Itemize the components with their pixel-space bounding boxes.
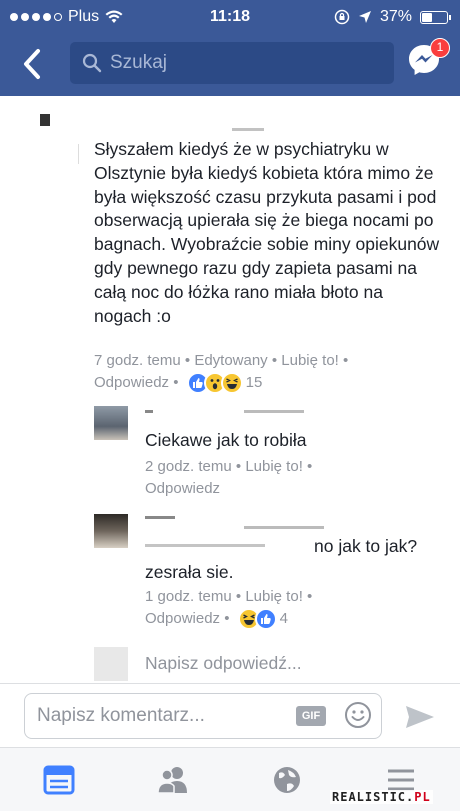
comment-input[interactable]: Napisz komentarz... [24, 693, 382, 739]
avatar[interactable] [94, 514, 128, 548]
edited-label[interactable]: Edytowany [194, 352, 267, 369]
reactions-summary[interactable]: 15 [183, 372, 263, 395]
reply-meta: 1 godz. temu • Lubię to! • Odpowiedz • 4 [145, 586, 445, 631]
avatar[interactable] [40, 114, 50, 126]
globe-icon[interactable] [270, 764, 304, 796]
comment-input-placeholder: Napisz komentarz... [37, 705, 205, 726]
comment-composer: Napisz komentarz... GIF [0, 683, 460, 747]
author-name-redacted [145, 516, 175, 519]
reaction-count: 15 [245, 374, 263, 392]
watermark: REALISTIC.PL [330, 790, 433, 804]
search-placeholder: Szukaj [110, 52, 168, 73]
list-item: Ciekawe jak to robiła 2 godz. temu • Lub… [94, 406, 444, 506]
status-bar: Plus 11:18 37% [0, 0, 460, 34]
reply-time: 1 godz. temu [145, 588, 232, 605]
battery-icon [420, 10, 451, 24]
comment-time: 7 godz. temu [94, 352, 181, 369]
write-reply-placeholder: Napisz odpowiedź... [145, 653, 302, 673]
reply-link[interactable]: Odpowiedz [145, 610, 220, 627]
watermark-main: REALISTIC. [332, 790, 415, 804]
back-arrow-icon[interactable] [18, 47, 48, 81]
avatar [94, 647, 128, 681]
author-name-redacted [244, 410, 304, 413]
battery-level [422, 12, 432, 22]
author-name-redacted [145, 410, 153, 413]
battery-percent: 37% [379, 8, 412, 25]
search-icon [82, 53, 102, 73]
nav-bar: Szukaj 1 [0, 34, 460, 96]
status-right: 37% [334, 8, 451, 26]
thread-divider [78, 144, 79, 164]
news-feed-icon[interactable] [42, 764, 76, 796]
emoji-icon[interactable] [344, 701, 372, 729]
avatar[interactable] [94, 406, 128, 440]
comment-body: Słyszałem kiedyś że w psychiatryku w Ols… [94, 139, 440, 326]
friends-icon[interactable] [156, 764, 190, 796]
reply-time: 2 godz. temu [145, 458, 232, 475]
like-link[interactable]: Lubię to! [281, 352, 339, 369]
gif-button[interactable]: GIF [296, 706, 326, 726]
reply-body: Ciekawe jak to robiła [145, 430, 307, 450]
watermark-suffix: PL [414, 790, 431, 804]
reply-body-line1: no jak to jak? [314, 536, 418, 556]
send-icon[interactable] [404, 704, 436, 730]
comment-meta: 7 godz. temu • Edytowany • Lubię to! • O… [94, 350, 444, 395]
messenger-badge: 1 [430, 38, 450, 58]
like-icon [254, 608, 277, 631]
reply-link[interactable]: Odpowiedz [94, 374, 169, 391]
like-link[interactable]: Lubię to! [245, 588, 303, 605]
like-link[interactable]: Lubię to! [245, 458, 303, 475]
write-reply-row[interactable]: Napisz odpowiedź... [94, 647, 444, 681]
reply-meta: 2 godz. temu • Lubię to! • Odpowiedz [145, 458, 313, 497]
rotation-lock-icon [334, 9, 350, 25]
author-name-redacted [145, 544, 265, 547]
reply-link[interactable]: Odpowiedz [145, 480, 220, 497]
author-name-redacted [232, 128, 264, 131]
reactions-summary[interactable]: 4 [234, 608, 288, 631]
reaction-count: 4 [279, 610, 288, 628]
author-name-redacted [244, 526, 324, 529]
search-bar[interactable]: Szukaj [70, 42, 394, 84]
location-arrow-icon [358, 11, 371, 23]
reply-body-line2: zesrała sie. [145, 562, 234, 582]
list-item: no jak to jak? zesrała sie. 1 godz. temu… [94, 514, 444, 634]
top-header: Plus 11:18 37% Szukaj 1 [0, 0, 460, 96]
haha-icon [220, 372, 243, 395]
